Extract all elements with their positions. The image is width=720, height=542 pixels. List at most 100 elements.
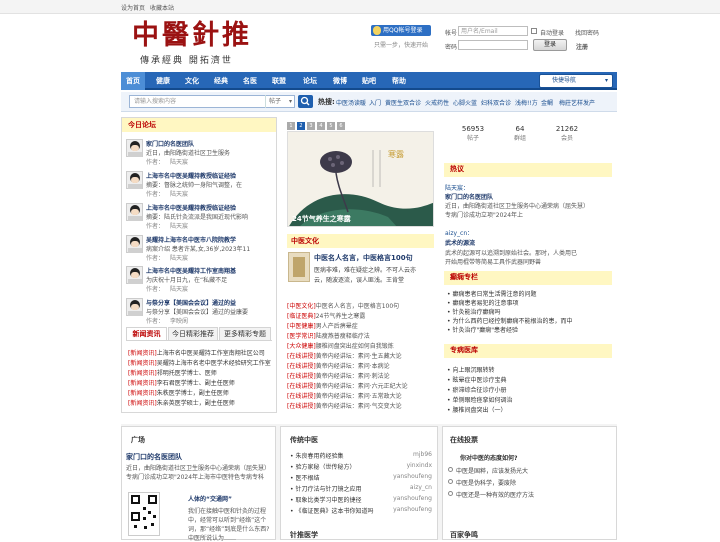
- tab-more-topics[interactable]: 更多精彩专题: [219, 327, 271, 341]
- avatar[interactable]: [126, 266, 143, 284]
- culture-thumbnail[interactable]: [288, 252, 310, 282]
- featured-slide-image[interactable]: 寒露: [287, 131, 434, 227]
- plaza-post-title[interactable]: 家门口的名医团队: [126, 452, 182, 462]
- center-list-item[interactable]: [在线讲授]黄帝内经讲坛：素问·刺法论: [287, 371, 390, 380]
- special-disease-item[interactable]: • 向上眼沉眼转转: [447, 365, 494, 374]
- hot-word[interactable]: 金鲷: [541, 98, 553, 107]
- forum-post-title[interactable]: 吴耀持上海市名中医市八院院教学: [146, 235, 236, 244]
- forum-post-title[interactable]: 与祭分享【美国会会议】通过的益: [146, 298, 236, 307]
- tcm-item[interactable]: • 取象比类学习中医的捷径: [290, 495, 361, 504]
- tcm-item-author[interactable]: aizy_cn: [372, 484, 432, 491]
- news-item[interactable]: [新闻资讯]祁明托医学博士、医师: [128, 368, 217, 377]
- tab-news[interactable]: 新闻资讯: [126, 327, 167, 341]
- news-item[interactable]: [新闻资讯]上海市名中医吴耀持工作室南翔社区公司: [128, 348, 265, 357]
- avatar[interactable]: [126, 171, 143, 189]
- login-button[interactable]: 登录: [533, 39, 567, 51]
- avatar[interactable]: [126, 298, 143, 316]
- forum-post-author[interactable]: 陆天宸: [170, 284, 188, 293]
- avatar[interactable]: [126, 235, 143, 253]
- hot-word[interactable]: 黄医生双合诊: [385, 98, 421, 107]
- nav-home[interactable]: 首页: [121, 72, 145, 90]
- forum-post-author[interactable]: 陆天宸: [170, 189, 188, 198]
- nav-health[interactable]: 健康: [151, 72, 175, 90]
- news-item[interactable]: [新闻资讯]朱秩医学博士，副主任医师: [128, 388, 229, 397]
- nav-culture[interactable]: 文化: [180, 72, 204, 90]
- bookmark-link[interactable]: 收藏本站: [150, 3, 174, 12]
- center-list-item[interactable]: [在线讲授]黄帝内经讲坛：素问·本病论: [287, 361, 390, 370]
- tcm-item[interactable]: • 医不根结: [290, 473, 319, 482]
- nav-alliance[interactable]: 联盟: [267, 72, 291, 90]
- nav-tieba[interactable]: 贴吧: [357, 72, 381, 90]
- center-list-item[interactable]: [在线讲授]黄帝内经讲坛：素问·气交变大论: [287, 401, 402, 410]
- nav-forum[interactable]: 论坛: [298, 72, 322, 90]
- poll-option-radio[interactable]: [448, 479, 453, 484]
- slide-page[interactable]: 1: [287, 122, 295, 130]
- tcm-item[interactable]: • 《临证医典》这本书你知道吗: [290, 506, 373, 515]
- poll-option-label[interactable]: 中医还是一种有效的医疗方法: [456, 490, 534, 499]
- slide-page[interactable]: 5: [327, 122, 335, 130]
- center-list-item[interactable]: [临证医典]24节气养生之寒露: [287, 311, 365, 320]
- hot-word[interactable]: 中医汤读暖: [336, 98, 366, 107]
- hot-word[interactable]: 心脚火蓝: [453, 98, 477, 107]
- avatar[interactable]: [126, 203, 143, 221]
- tcm-item-author[interactable]: mjb96: [372, 451, 432, 458]
- account-input[interactable]: 用户名/Email: [458, 26, 528, 36]
- poll-option-label[interactable]: 中医是伪科学，要废除: [456, 478, 516, 487]
- nav-help[interactable]: 帮助: [387, 72, 411, 90]
- tcm-item[interactable]: • 朱良春用药经验集: [290, 451, 343, 460]
- center-list-item[interactable]: [在线讲授]黄帝内经讲坛：素问·生五藏大论: [287, 351, 402, 360]
- tcm-item-author[interactable]: yanshoufeng: [372, 506, 432, 513]
- hot-post-title[interactable]: 家门口的名医团队: [445, 192, 493, 201]
- center-list-item[interactable]: [中医健康]男人产后痹晕症: [287, 321, 358, 330]
- hot-post-author[interactable]: aizy_cn：: [445, 228, 473, 237]
- special-disease-item[interactable]: • 瘀滞综合征诊疗小册: [447, 385, 506, 394]
- avatar[interactable]: [126, 139, 143, 157]
- forum-post-author[interactable]: 陆天宸: [170, 157, 188, 166]
- forum-post-author[interactable]: 李映阆: [170, 316, 188, 325]
- set-home-link[interactable]: 设为首页: [121, 3, 145, 12]
- slide-page[interactable]: 4: [317, 122, 325, 130]
- news-item[interactable]: [新闻资讯]吴耀持上海市名老中医学术经验研究工作室: [128, 358, 271, 367]
- center-list-item[interactable]: [中医文化]中医名人名言，中医格言100句: [287, 301, 399, 310]
- news-item[interactable]: [新闻资讯]李石君医学博士、副主任医师: [128, 378, 235, 387]
- tcm-item[interactable]: • 验方家秘（世传秘方）: [290, 462, 355, 471]
- plaza-sub-title[interactable]: 人体的“交通网”: [188, 494, 232, 503]
- forum-post-author[interactable]: 陆天宸: [170, 221, 188, 230]
- tab-today-picks[interactable]: 今日精彩推荐: [168, 327, 218, 341]
- center-list-item[interactable]: [在线讲授]黄帝内经讲坛：素问·六元正纪大论: [287, 381, 408, 390]
- center-list-item[interactable]: [在线讲授]黄帝内经讲坛：素问·五常政大论: [287, 391, 402, 400]
- news-item[interactable]: [新闻资讯]朱亲英医学硕士，副主任医师: [128, 398, 235, 407]
- epilepsy-item[interactable]: • 为什么西药已经控制癫痫不能根治的患，而中: [447, 316, 572, 325]
- center-list-item[interactable]: [大众健康]腰椎间盘突出症如何自我锻炼: [287, 341, 394, 350]
- nav-weibo[interactable]: 微博: [328, 72, 352, 90]
- nav-classics[interactable]: 经典: [209, 72, 233, 90]
- hot-word[interactable]: 梅莊艺样发产: [559, 98, 595, 107]
- tcm-item-author[interactable]: yinxindx: [372, 462, 432, 469]
- site-logo[interactable]: 中醫針推: [132, 19, 252, 53]
- quick-nav-button[interactable]: 快捷导航 ▾: [539, 74, 613, 88]
- tcm-item-author[interactable]: yanshoufeng: [372, 473, 432, 480]
- forum-post-title[interactable]: 家门口的名医团队: [146, 139, 194, 148]
- slide-page[interactable]: 2: [297, 122, 305, 130]
- forum-post-title[interactable]: 上海市名中医吴耀持教授临证经验: [146, 171, 236, 180]
- center-list-item[interactable]: [医学常识]陆瘦燕普瘦释临疗法: [287, 331, 370, 340]
- hot-post-title[interactable]: 武术的源流: [445, 238, 475, 247]
- hot-word[interactable]: 火戒药性: [425, 98, 449, 107]
- special-disease-item[interactable]: • 腰椎间盘突出（一）: [447, 405, 506, 414]
- culture-headline[interactable]: 中医名人名言，中医格言100句: [314, 253, 413, 263]
- hot-word[interactable]: 入门: [369, 98, 381, 107]
- epilepsy-item[interactable]: • 针灸治疗"癫痫"患者经验: [447, 325, 518, 334]
- forum-post-author[interactable]: 陆天宸: [170, 253, 188, 262]
- search-scope-select[interactable]: 帖子 ▾: [265, 95, 295, 108]
- poll-option-radio[interactable]: [448, 491, 453, 496]
- password-input[interactable]: [458, 40, 528, 50]
- forum-post-title[interactable]: 上海市名中医吴耀持工作室南翔基: [146, 266, 236, 275]
- hot-word[interactable]: 浅梅!!方: [515, 98, 538, 107]
- poll-option-label[interactable]: 中医是国粹，应该发扬光大: [456, 466, 528, 475]
- tcm-item-author[interactable]: yanshoufeng: [372, 495, 432, 502]
- tcm-item[interactable]: • 针刀疗法与针刀镜之应用: [290, 484, 361, 493]
- slide-caption[interactable]: 24节气养生之寒露: [292, 214, 351, 224]
- poll-option-radio[interactable]: [448, 467, 453, 472]
- hot-post-author[interactable]: 陆天宸：: [445, 183, 469, 192]
- search-button[interactable]: [298, 95, 313, 108]
